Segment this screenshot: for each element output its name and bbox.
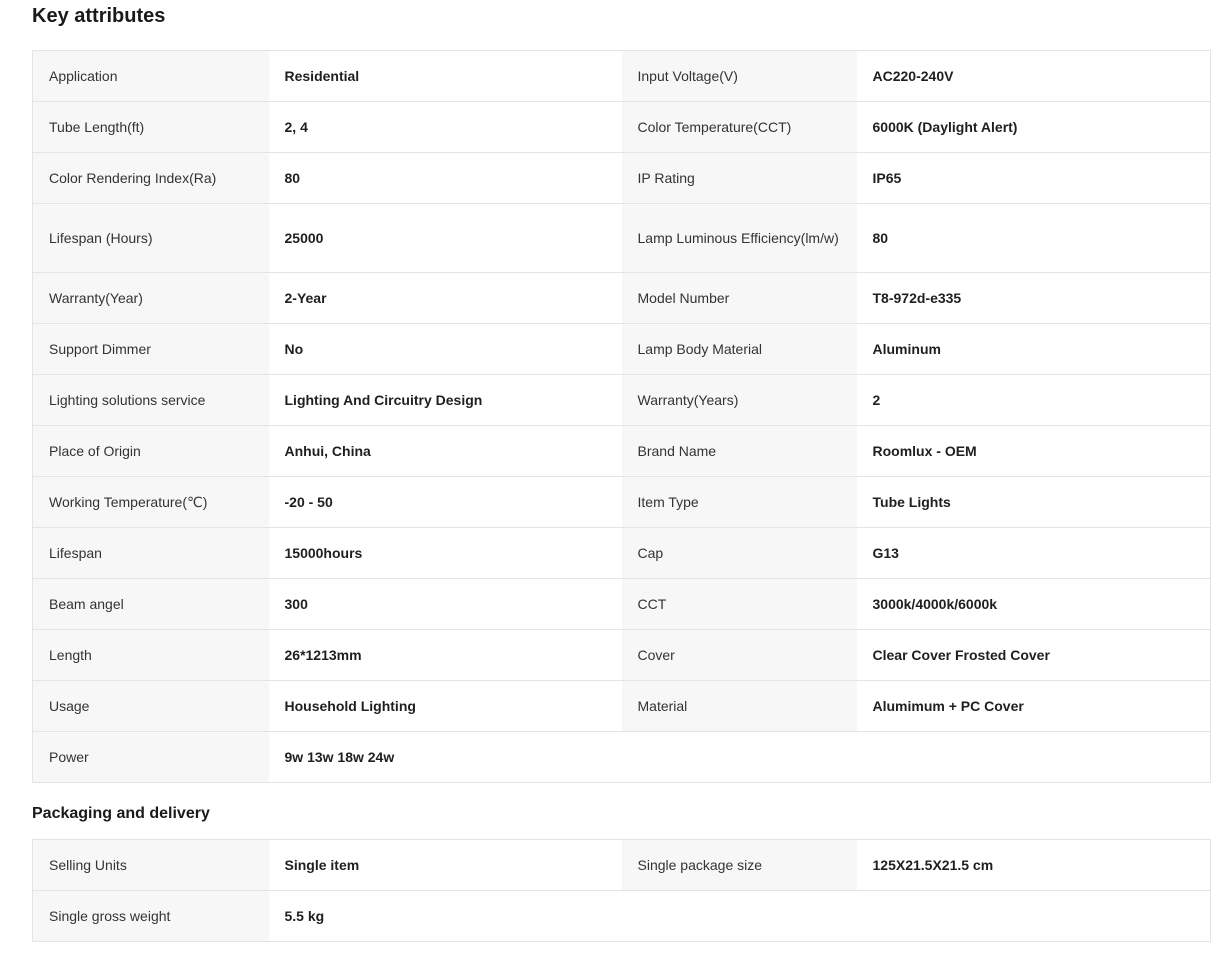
attribute-label: Lifespan (Hours) <box>32 203 269 273</box>
attribute-label: Brand Name <box>621 425 857 477</box>
attribute-value: Household Lighting <box>268 680 622 732</box>
attribute-row: Working Temperature(℃) -20 - 50 Item Type T… <box>32 476 1211 528</box>
attribute-value: T8-972d-e335 <box>856 272 1211 324</box>
attribute-label: Place of Origin <box>32 425 269 477</box>
attribute-label: Application <box>32 50 269 102</box>
attribute-value: 9w 13w 18w 24w <box>268 731 622 783</box>
empty-cell <box>856 890 1211 942</box>
attribute-label: Tube Length(ft) <box>32 101 269 153</box>
attribute-value: 6000K (Daylight Alert) <box>856 101 1211 153</box>
attribute-label: Usage <box>32 680 269 732</box>
attribute-label: Single package size <box>621 839 857 891</box>
attribute-row: Usage Household Lighting Material Alumimum … <box>32 680 1211 732</box>
attribute-value: Tube Lights <box>856 476 1211 528</box>
attribute-label: Warranty(Years) <box>621 374 857 426</box>
attribute-row: Lifespan 15000hours Cap G13 <box>32 527 1211 579</box>
attribute-value: Lighting And Circuitry Design <box>268 374 622 426</box>
attribute-label: Model Number <box>621 272 857 324</box>
attribute-label: Lighting solutions service <box>32 374 269 426</box>
empty-cell <box>621 890 857 942</box>
attribute-value: 125X21.5X21.5 cm <box>856 839 1211 891</box>
attribute-value: No <box>268 323 622 375</box>
attribute-label: Material <box>621 680 857 732</box>
attribute-value: 3000k/4000k/6000k <box>856 578 1211 630</box>
attribute-row: Lifespan (Hours) 25000 Lamp Luminous Effic… <box>32 203 1211 273</box>
attribute-label: Support Dimmer <box>32 323 269 375</box>
attribute-label: Cover <box>621 629 857 681</box>
key-attributes-table: Application Residential Input Voltage(V) AC… <box>32 50 1211 783</box>
attribute-value: 25000 <box>268 203 622 273</box>
attribute-label: Single gross weight <box>32 890 269 942</box>
attribute-label: IP Rating <box>621 152 857 204</box>
attribute-row: Tube Length(ft) 2, 4 Color Temperature(CCT… <box>32 101 1211 153</box>
attribute-row: Color Rendering Index(Ra) 80 IP Rating IP65 <box>32 152 1211 204</box>
empty-cell <box>621 731 857 783</box>
empty-cell <box>856 731 1211 783</box>
attribute-row: Selling Units Single item Single package s… <box>32 839 1211 891</box>
attribute-value: Clear Cover Frosted Cover <box>856 629 1211 681</box>
packaging-table: Selling Units Single item Single package s… <box>32 839 1211 942</box>
attribute-value: G13 <box>856 527 1211 579</box>
attribute-label: Input Voltage(V) <box>621 50 857 102</box>
attribute-value: 80 <box>856 203 1211 273</box>
attribute-value: Residential <box>268 50 622 102</box>
attribute-value: 300 <box>268 578 622 630</box>
attribute-value: 2 <box>856 374 1211 426</box>
attribute-value: -20 - 50 <box>268 476 622 528</box>
attribute-label: Working Temperature(℃) <box>32 476 269 528</box>
attribute-label: Lifespan <box>32 527 269 579</box>
attribute-label: Warranty(Year) <box>32 272 269 324</box>
attribute-row: Beam angel 300 CCT 3000k/4000k/6000k <box>32 578 1211 630</box>
attribute-value: 2, 4 <box>268 101 622 153</box>
packaging-title: Packaging and delivery <box>32 805 210 822</box>
attribute-value: Alumimum + PC Cover <box>856 680 1211 732</box>
attribute-label: Color Rendering Index(Ra) <box>32 152 269 204</box>
attribute-value: Single item <box>268 839 622 891</box>
attribute-label: Length <box>32 629 269 681</box>
attribute-value: 15000hours <box>268 527 622 579</box>
attribute-label: Lamp Luminous Efficiency(lm/w) <box>621 203 857 273</box>
attribute-value: 80 <box>268 152 622 204</box>
attribute-value: 5.5 kg <box>268 890 622 942</box>
attribute-row: Single gross weight 5.5 kg <box>32 890 1211 942</box>
attribute-label: Item Type <box>621 476 857 528</box>
attribute-label: Power <box>32 731 269 783</box>
attribute-label: Cap <box>621 527 857 579</box>
attribute-label: CCT <box>621 578 857 630</box>
attribute-value: Anhui, China <box>268 425 622 477</box>
attribute-row: Application Residential Input Voltage(V) AC… <box>32 50 1211 102</box>
attribute-value: AC220-240V <box>856 50 1211 102</box>
attribute-value: Aluminum <box>856 323 1211 375</box>
attribute-row: Place of Origin Anhui, China Brand Name Roo… <box>32 425 1211 477</box>
attribute-value: Roomlux - OEM <box>856 425 1211 477</box>
attribute-row: Lighting solutions service Lighting And C… <box>32 374 1211 426</box>
attribute-label: Selling Units <box>32 839 269 891</box>
attribute-row: Support Dimmer No Lamp Body Material Alumin… <box>32 323 1211 375</box>
attribute-label: Beam angel <box>32 578 269 630</box>
attribute-value: 26*1213mm <box>268 629 622 681</box>
attribute-value: 2-Year <box>268 272 622 324</box>
attribute-row: Length 26*1213mm Cover Clear Cover Frosted … <box>32 629 1211 681</box>
attribute-label: Color Temperature(CCT) <box>621 101 857 153</box>
attribute-row: Warranty(Year) 2-Year Model Number T8-972d-… <box>32 272 1211 324</box>
attribute-value: IP65 <box>856 152 1211 204</box>
attribute-label: Lamp Body Material <box>621 323 857 375</box>
key-attributes-title: Key attributes <box>32 5 166 27</box>
attribute-row: Power 9w 13w 18w 24w <box>32 731 1211 783</box>
